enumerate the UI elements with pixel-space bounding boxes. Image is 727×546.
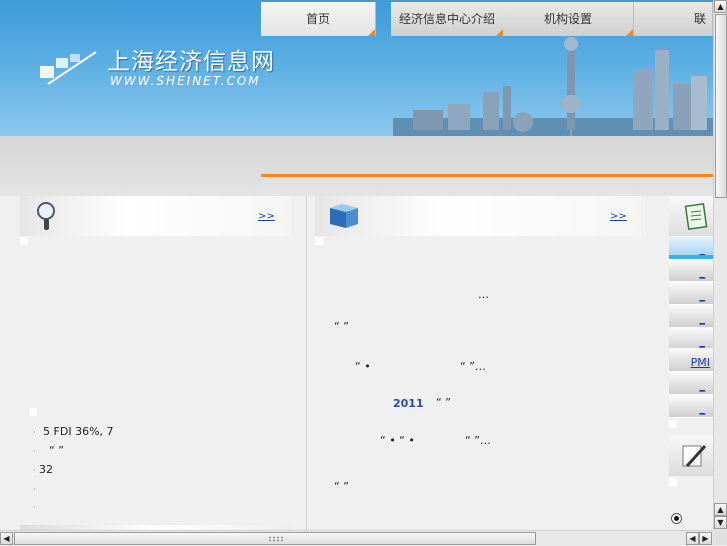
middle-panel-marker bbox=[315, 237, 323, 245]
left-panel-body bbox=[20, 236, 306, 530]
tab-organization-label: 机构设置 bbox=[543, 12, 592, 26]
list-item[interactable]: · bbox=[33, 482, 36, 495]
sidebar-item[interactable]: _ bbox=[669, 282, 713, 305]
site-logo-title[interactable]: 上海经济信息网 bbox=[107, 42, 275, 76]
scroll-grip-icon bbox=[268, 536, 284, 542]
list-bullet: · bbox=[33, 503, 36, 512]
article-text[interactable]: “ • “ • bbox=[380, 434, 415, 447]
sidebar-item-label: _ bbox=[699, 379, 706, 392]
list-bullet: · bbox=[33, 485, 36, 494]
left-panel-more-link[interactable]: >> bbox=[258, 211, 275, 222]
middle-panel-header: >> bbox=[315, 196, 641, 237]
horizontal-scroll-thumb[interactable] bbox=[14, 532, 536, 545]
sidebar-item-label: _ bbox=[699, 312, 706, 325]
article-text[interactable]: … bbox=[478, 288, 489, 301]
tab-organization[interactable]: 机构设置 bbox=[503, 2, 634, 36]
left-panel-marker bbox=[20, 237, 28, 245]
tab-corner-icon bbox=[496, 29, 503, 36]
news-link[interactable]: 5 FDI 36%, 7 bbox=[43, 425, 113, 438]
tab-home[interactable]: 首页 bbox=[261, 2, 376, 36]
tab-contact[interactable]: 联系 bbox=[634, 2, 713, 36]
scroll-down-button[interactable]: ▼ bbox=[714, 516, 727, 529]
tab-corner-icon bbox=[626, 29, 633, 36]
scrollbar-corner bbox=[713, 530, 727, 545]
list-bullet: · bbox=[33, 428, 36, 437]
vertical-scrollbar[interactable]: ▲ ▲ ▼ bbox=[713, 0, 727, 530]
scroll-up-button[interactable]: ▲ bbox=[714, 0, 727, 13]
sidebar-item[interactable]: _ bbox=[669, 395, 713, 418]
radio-button[interactable] bbox=[671, 513, 682, 524]
sidebar-item-label: _ bbox=[699, 289, 706, 302]
nav-bar bbox=[0, 136, 713, 196]
sidebar-item-label: _ bbox=[699, 402, 706, 415]
tab-center-intro[interactable]: 经济信息中心介绍 bbox=[391, 2, 504, 36]
list-item[interactable]: · 5 FDI 36%, 7 bbox=[33, 425, 114, 438]
article-text[interactable]: “ ” bbox=[334, 320, 349, 333]
article-text[interactable]: “ ” bbox=[436, 396, 451, 409]
sidebar-item[interactable]: _ bbox=[669, 305, 713, 328]
middle-panel-body bbox=[307, 236, 662, 530]
pen-icon-box[interactable] bbox=[669, 436, 713, 476]
scroll-right-button[interactable]: ▶ bbox=[699, 532, 712, 545]
article-text[interactable]: “ ” bbox=[334, 480, 349, 493]
scroll-left-button-right[interactable]: ◀ bbox=[686, 532, 699, 545]
vertical-scroll-thumb[interactable] bbox=[715, 14, 727, 198]
list-bullet: · bbox=[33, 466, 36, 475]
news-link[interactable]: 32 bbox=[39, 463, 53, 476]
tab-center-intro-label: 经济信息中心介绍 bbox=[398, 12, 495, 26]
scroll-left-button[interactable]: ◀ bbox=[0, 532, 13, 545]
left-list-marker bbox=[29, 408, 37, 416]
sidebar-item[interactable]: _ bbox=[669, 372, 713, 395]
magnifier-icon bbox=[37, 202, 55, 230]
radio-dot bbox=[674, 516, 679, 521]
list-item[interactable]: · 32 bbox=[33, 463, 53, 476]
list-bullet: · bbox=[33, 447, 36, 456]
tab-home-label: 首页 bbox=[305, 12, 330, 26]
logo-mark-icon bbox=[40, 51, 97, 85]
tab-corner-icon bbox=[368, 29, 375, 36]
sidebar-item[interactable]: PMI bbox=[669, 348, 713, 372]
scroll-up-button-lower[interactable]: ▲ bbox=[714, 503, 727, 516]
horizontal-scrollbar[interactable]: ◀ ◀ ▶ bbox=[0, 530, 713, 546]
sidebar-item-label: _ bbox=[699, 266, 706, 279]
nav-underline bbox=[261, 174, 713, 177]
sidebar-marker bbox=[669, 420, 677, 428]
middle-panel-more-link[interactable]: >> bbox=[610, 211, 627, 222]
news-link[interactable]: “ ” bbox=[49, 444, 64, 457]
article-text[interactable]: “ • bbox=[355, 360, 371, 373]
article-year[interactable]: 2011 bbox=[393, 397, 424, 410]
sidebar-item[interactable]: _ bbox=[669, 259, 713, 282]
list-item[interactable]: · bbox=[33, 500, 36, 513]
left-panel-header: >> bbox=[20, 196, 291, 237]
notepad-icon bbox=[684, 203, 708, 230]
article-text[interactable]: “ ”… bbox=[460, 360, 486, 373]
list-item[interactable]: · “ ” bbox=[33, 444, 64, 457]
site-logo-url: WWW.SHEINET.COM bbox=[110, 74, 261, 88]
sidebar-item-label: _ bbox=[699, 335, 706, 348]
sidebar-marker bbox=[669, 478, 677, 486]
article-text[interactable]: “ ”… bbox=[465, 434, 491, 447]
pen-icon bbox=[682, 444, 707, 468]
tab-contact-label: 联系 bbox=[694, 12, 707, 26]
book-icon bbox=[330, 204, 358, 228]
sidebar-item-label: PMI bbox=[690, 356, 710, 369]
